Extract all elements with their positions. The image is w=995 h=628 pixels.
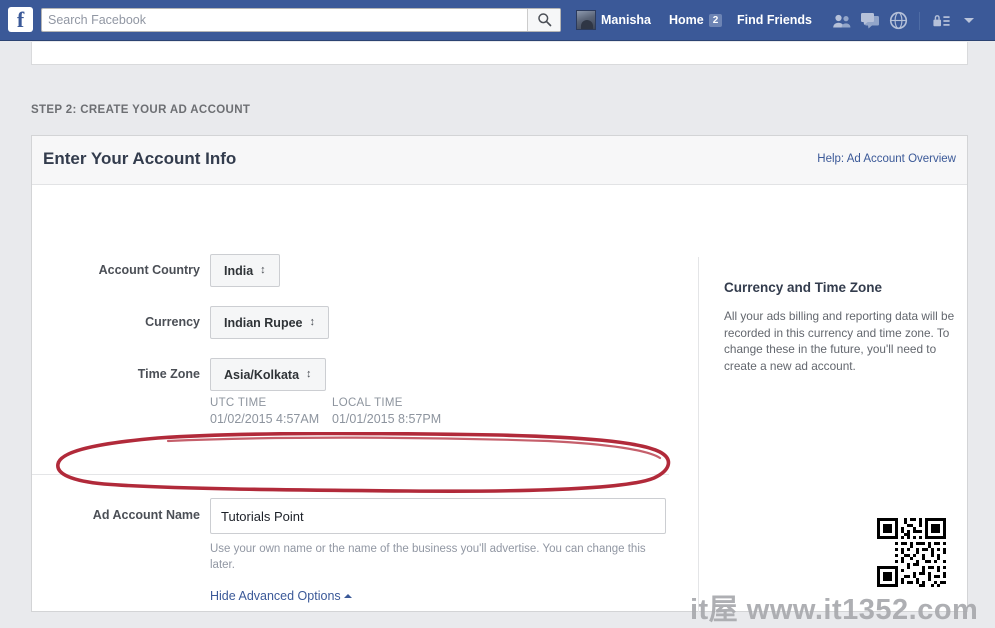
hide-advanced-options-link[interactable]: Hide Advanced Options (210, 589, 352, 603)
select-currency[interactable]: Indian Rupee ↕ (210, 306, 329, 339)
select-account-country[interactable]: India ↕ (210, 254, 280, 287)
local-time-block: LOCAL TIME 01/01/2015 8:57PM (332, 397, 441, 426)
nav-profile-link[interactable]: Manisha (571, 6, 656, 34)
search-button[interactable] (527, 9, 560, 31)
friend-requests-icon (833, 14, 851, 27)
select-time-zone-value: Asia/Kolkata (224, 367, 300, 382)
sidebar-title: Currency and Time Zone (724, 280, 883, 295)
column-divider (698, 257, 699, 612)
privacy-lock-icon (932, 14, 950, 26)
ad-account-name-hint: Use your own name or the name of the bus… (210, 543, 646, 571)
account-info-card: Enter Your Account Info Help: Ad Account… (31, 135, 968, 612)
nav-find-friends-label: Find Friends (737, 13, 812, 27)
page-title: Enter Your Account Info (43, 149, 237, 168)
card-body: Account Country India ↕ Currency Indian … (32, 185, 967, 612)
navbar-divider (919, 11, 920, 30)
select-currency-value: Indian Rupee (224, 315, 303, 330)
search-bar[interactable] (41, 8, 561, 32)
label-time-zone: Time Zone (137, 367, 200, 381)
account-menu-button[interactable] (955, 9, 983, 32)
form-row-time-zone: Time Zone Asia/Kolkata ↕ (32, 358, 662, 394)
friend-requests-button[interactable] (828, 9, 856, 32)
watermark-text: it屋 www.it1352.com (690, 594, 979, 626)
help-link[interactable]: Help: Ad Account Overview (817, 153, 956, 165)
nav-home-label: Home (669, 13, 704, 27)
notifications-globe-icon (889, 11, 907, 30)
facebook-logo-icon[interactable]: f (8, 7, 33, 32)
local-time-heading: LOCAL TIME (332, 397, 403, 409)
ad-account-name-input[interactable] (210, 498, 666, 534)
nav-home-badge: 2 (708, 13, 723, 27)
utc-time-heading: UTC TIME (210, 397, 267, 409)
sidebar-body-text: All your ads billing and reporting data … (724, 309, 955, 373)
select-time-zone[interactable]: Asia/Kolkata ↕ (210, 358, 326, 391)
select-arrows-icon: ↕ (309, 316, 315, 328)
previous-section-panel (31, 42, 968, 65)
card-header: Enter Your Account Info Help: Ad Account… (32, 136, 967, 185)
messages-icon (861, 13, 879, 29)
form-row-account-country: Account Country India ↕ (32, 254, 662, 290)
search-input[interactable] (42, 9, 528, 31)
nav-find-friends-link[interactable]: Find Friends (731, 6, 818, 34)
label-currency: Currency (145, 315, 200, 329)
utc-time-value: 01/02/2015 4:57AM (210, 412, 320, 426)
hide-advanced-options-label: Hide Advanced Options (210, 589, 341, 603)
nav-home-link[interactable]: Home 2 (663, 6, 728, 34)
local-time-value: 01/01/2015 8:57PM (332, 412, 442, 426)
utc-time-block: UTC TIME 01/02/2015 4:57AM (210, 397, 319, 426)
label-ad-account-name: Ad Account Name (92, 508, 200, 522)
form-row-currency: Currency Indian Rupee ↕ (32, 306, 662, 342)
nav-profile-name: Manisha (601, 13, 652, 27)
select-arrows-icon: ↕ (306, 368, 312, 380)
step-label: STEP 2: CREATE YOUR AD ACCOUNT (31, 104, 251, 116)
notifications-button[interactable] (884, 9, 912, 32)
privacy-shortcuts-button[interactable] (927, 9, 955, 32)
account-dropdown-caret-icon (964, 18, 974, 23)
navbar-icon-group (828, 9, 983, 32)
avatar (576, 10, 596, 30)
search-icon (537, 13, 551, 27)
caret-up-icon (343, 594, 352, 598)
section-divider (32, 474, 669, 475)
messages-button[interactable] (856, 9, 884, 32)
facebook-navbar: f Manisha Home 2 Find Friends (0, 0, 995, 41)
currency-timezone-info-panel: Currency and Time Zone All your ads bill… (724, 280, 956, 374)
select-account-country-value: India (224, 263, 254, 278)
select-arrows-icon: ↕ (260, 264, 266, 276)
form-row-ad-account-name: Ad Account Name (32, 498, 692, 534)
qr-code (874, 515, 949, 590)
label-account-country: Account Country (98, 263, 200, 277)
